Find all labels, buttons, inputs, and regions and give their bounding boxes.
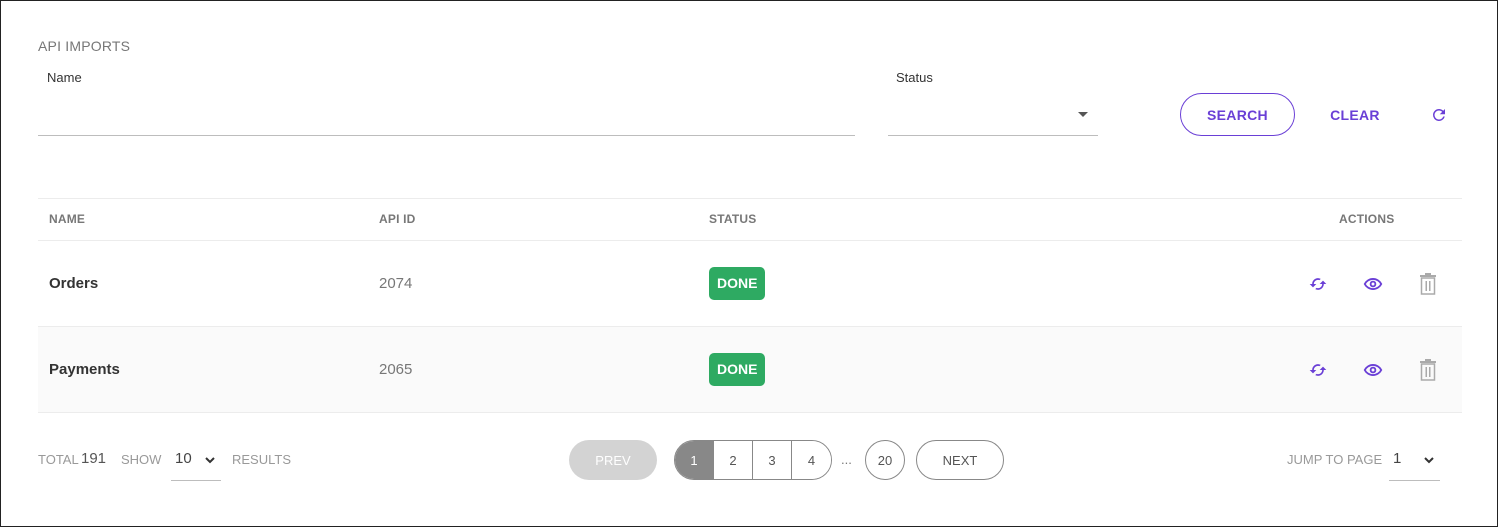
eye-icon [1363,278,1383,290]
page-size-select[interactable]: 10 [171,445,221,481]
total-value: 191 [81,450,107,467]
page-title: API IMPORTS [38,38,131,54]
sync-icon [1309,364,1327,376]
column-header-api-id: API ID [379,212,416,226]
row-name: Payments [49,361,120,378]
trash-icon [1420,273,1436,295]
column-header-name: NAME [49,212,86,226]
page-size-value: 10 [175,450,192,467]
delete-button[interactable] [1416,272,1440,296]
row-name: Orders [49,275,99,292]
table-row: Payments 2065 DONE [38,327,1462,413]
page-button-2[interactable]: 2 [714,441,753,479]
caret-down-icon [1078,112,1088,117]
column-header-status: STATUS [709,212,757,226]
chevron-down-icon [1424,457,1434,464]
results-label: RESULTS [232,452,291,467]
search-button[interactable]: SEARCH [1180,93,1295,136]
table-footer: TOTAL 191 SHOW 10 RESULTS PREV 1 2 3 4 .… [38,439,1462,481]
name-input[interactable] [38,96,855,136]
page-button-4[interactable]: 4 [792,441,831,479]
sync-button[interactable] [1306,272,1330,296]
sync-button[interactable] [1306,358,1330,382]
refresh-button[interactable] [1426,102,1452,128]
row-api-id: 2065 [379,361,413,378]
refresh-icon [1432,109,1445,121]
status-badge: DONE [709,353,766,386]
status-field-label: Status [896,70,933,85]
prev-page-button[interactable]: PREV [569,440,657,480]
status-badge: DONE [709,267,766,300]
table-header: NAME API ID STATUS ACTIONS [38,198,1462,241]
eye-icon [1363,364,1383,376]
table-row: Orders 2074 DONE [38,241,1462,327]
page-number-group: 1 2 3 4 [674,440,832,480]
app-window: API IMPORTS Name Status SEARCH CLEAR NAM… [0,0,1498,527]
chevron-down-icon [205,457,215,464]
next-page-button[interactable]: NEXT [916,440,1004,480]
clear-button[interactable]: CLEAR [1319,93,1391,136]
show-label: SHOW [121,452,162,467]
view-button[interactable] [1361,272,1385,296]
delete-button[interactable] [1416,358,1440,382]
trash-icon [1420,359,1436,381]
jump-to-page-label: JUMP TO PAGE [1287,452,1383,467]
page-button-last[interactable]: 20 [865,440,905,480]
jump-to-page-select[interactable]: 1 [1389,445,1440,481]
imports-table: NAME API ID STATUS ACTIONS Orders 2074 D… [38,198,1462,413]
column-header-actions: ACTIONS [1339,212,1395,226]
page-button-3[interactable]: 3 [753,441,792,479]
total-label: TOTAL [38,452,79,467]
view-button[interactable] [1361,358,1385,382]
row-api-id: 2074 [379,275,413,292]
status-select[interactable] [888,96,1098,136]
sync-icon [1309,278,1327,290]
page-ellipsis: ... [841,452,852,467]
name-field-label: Name [47,70,82,85]
jump-to-page-value: 1 [1393,450,1402,467]
page-button-1[interactable]: 1 [675,441,714,479]
